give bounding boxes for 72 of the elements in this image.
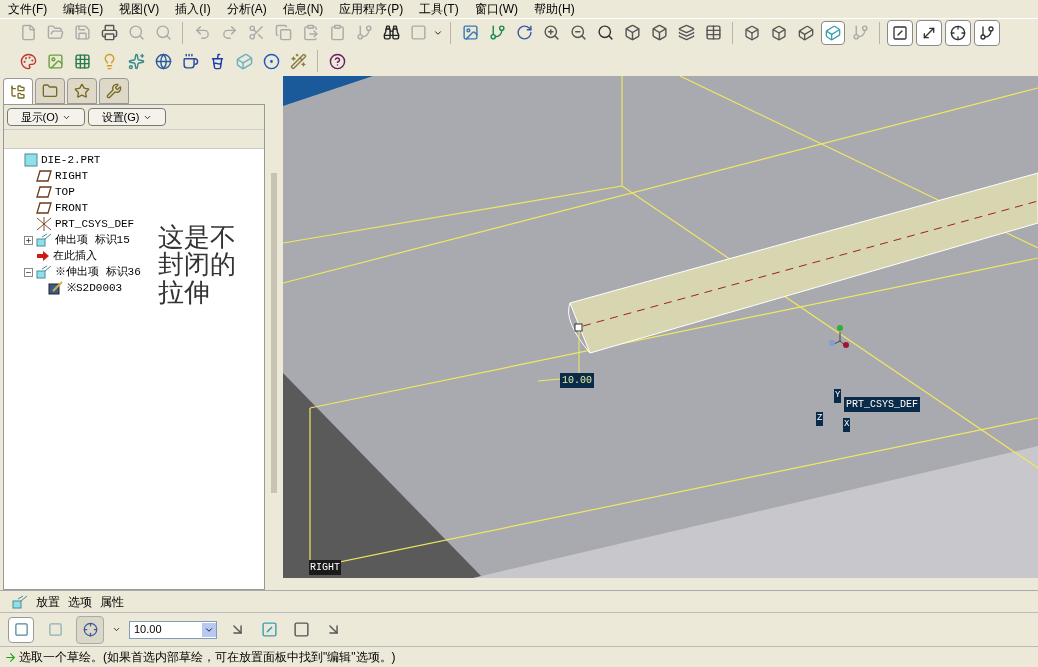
display-style-button[interactable] (821, 20, 845, 45)
panel-tab[interactable] (99, 78, 129, 104)
menu-item[interactable]: 分析(A) (226, 0, 267, 18)
tree-item[interactable]: TOP (55, 183, 75, 201)
tree-item[interactable]: ※S2D0003 (67, 279, 123, 297)
panel-tab[interactable] (35, 78, 65, 104)
tree-item[interactable]: ※伸出项 标识36 (55, 263, 141, 281)
collapse-toggle[interactable] (24, 267, 33, 277)
datum-toggle-button[interactable] (945, 19, 971, 46)
menu-item[interactable]: 视图(V) (119, 0, 160, 18)
dropdown-button[interactable]: 显示(O) (7, 108, 85, 126)
status-message: 选取一个草绘。(如果首选内部草绘，可在放置面板中找到"编辑"选项。) (19, 649, 396, 666)
expand-toggle[interactable] (24, 235, 33, 245)
tree-item[interactable]: FRONT (55, 199, 88, 217)
axis-label: X (843, 418, 851, 432)
tree-item[interactable]: DIE-2.PRT (41, 151, 101, 169)
datum-toggle-button[interactable] (916, 19, 942, 46)
axis-triad-icon (829, 325, 849, 348)
drag-handle (574, 323, 583, 332)
plus-icon (25, 236, 32, 244)
datum-plane-icon (36, 170, 52, 182)
arrow-icon (4, 650, 17, 664)
menu-item[interactable]: 窗口(W) (474, 0, 518, 18)
menu-item[interactable]: 插入(I) (175, 0, 211, 18)
menu-item[interactable]: 帮助(H) (534, 0, 575, 18)
panel-tab[interactable] (3, 78, 33, 104)
axis-label: Y (834, 389, 842, 403)
menu-item[interactable]: 应用程序(P) (339, 0, 404, 18)
sketch-icon (48, 281, 64, 295)
datum-icon (892, 24, 908, 41)
tree-item[interactable]: PRT_CSYS_DEF (55, 215, 135, 233)
dimension-label[interactable]: 10.00 (560, 373, 594, 388)
solid-button[interactable] (8, 616, 34, 643)
menu-item[interactable]: 编辑(E) (63, 0, 104, 18)
axis-label: Z (816, 412, 824, 426)
depth-option-button[interactable] (76, 615, 104, 644)
tree-item[interactable]: RIGHT (55, 167, 88, 185)
caret-icon[interactable] (112, 625, 121, 634)
tree-item[interactable]: 伸出项 标识15 (55, 231, 130, 249)
coordinate-system-icon (36, 217, 52, 231)
splitter-handle[interactable] (271, 173, 277, 493)
cube-icon (24, 153, 38, 167)
cube-icon (771, 24, 787, 41)
depth-field[interactable]: 10.00 (129, 620, 217, 639)
datum-plane-icon (36, 186, 52, 198)
dashboard-tab[interactable]: 放置 (36, 592, 60, 611)
datum-toggle-button[interactable] (974, 19, 1000, 46)
csys-label: PRT_CSYS_DEF (844, 397, 920, 412)
dashboard-tab[interactable]: 选项 (68, 592, 92, 611)
datum-icon (979, 24, 995, 41)
datum-plane-icon (36, 202, 52, 214)
datum-plane-label: RIGHT (309, 560, 341, 575)
datum-toggle-button[interactable] (887, 19, 913, 46)
panel-tab[interactable] (67, 78, 97, 104)
extrude-icon (12, 594, 28, 609)
menu-item[interactable]: 信息(N) (282, 0, 324, 18)
square-icon (47, 622, 63, 637)
dashboard-tab[interactable]: 属性 (100, 592, 124, 611)
datum-icon (950, 24, 966, 41)
handwritten-note: 这是不封闭的拉伸 (158, 224, 237, 306)
crosshair-icon (82, 622, 98, 637)
menu-item[interactable]: 工具(T) (419, 0, 459, 18)
cube-icon (825, 24, 841, 41)
extrude-icon (36, 265, 52, 279)
cube-icon (798, 24, 814, 41)
extrude-icon (36, 233, 52, 247)
dropdown-button[interactable]: 设置(G) (88, 108, 166, 126)
cube-icon (744, 24, 760, 41)
arrow-icon (36, 250, 50, 262)
menu-item[interactable]: 文件(F) (8, 0, 48, 18)
tree-item[interactable]: 在此插入 (53, 247, 97, 265)
square-icon (13, 622, 29, 637)
